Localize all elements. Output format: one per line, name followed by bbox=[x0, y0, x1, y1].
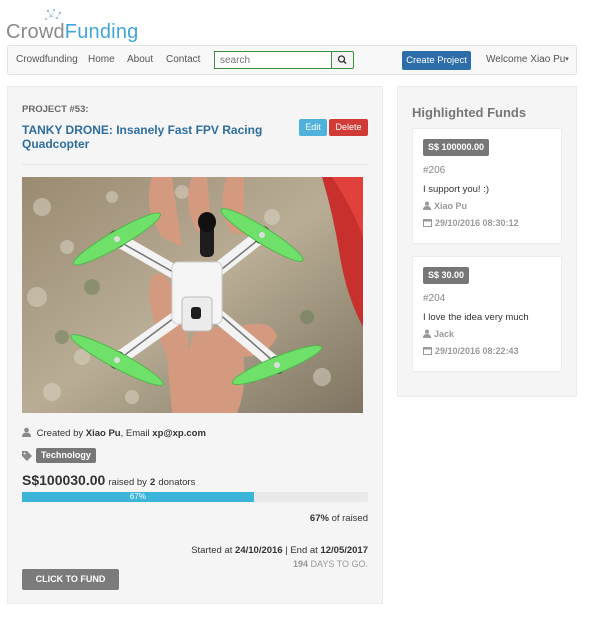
user-icon bbox=[423, 201, 431, 210]
project-number: PROJECT #53: bbox=[22, 104, 89, 115]
logo[interactable]: CrowdFunding bbox=[6, 8, 146, 44]
delete-button[interactable]: Delete bbox=[329, 119, 368, 136]
caret-down-icon: ▾ bbox=[565, 56, 569, 63]
project-image-drone bbox=[22, 177, 363, 413]
fund-amount-badge: S$ 30.00 bbox=[423, 267, 470, 284]
project-dates: Started at 24/10/2016 | End at 12/05/201… bbox=[22, 545, 368, 556]
fund-card: S$ 100000.00 #206 I support you! :) Xiao… bbox=[412, 128, 562, 244]
start-date: 24/10/2016 bbox=[235, 545, 283, 556]
calendar-icon bbox=[423, 219, 432, 227]
highlighted-funds-title: Highlighted Funds bbox=[412, 105, 527, 120]
percent-raised: 67% of raised bbox=[22, 513, 368, 524]
navbar: Crowdfunding Home About Contact Create P… bbox=[7, 45, 577, 75]
fund-message: I love the idea very much bbox=[423, 312, 529, 323]
click-to-fund-button[interactable]: CLICK TO FUND bbox=[22, 569, 119, 590]
progress-fill: 67% bbox=[22, 492, 254, 502]
logo-text-crowd: Crowd bbox=[6, 21, 65, 43]
fund-user: Jack bbox=[423, 329, 454, 339]
fund-amount-badge: S$ 100000.00 bbox=[423, 139, 490, 156]
fund-date: 29/10/2016 08:22:43 bbox=[423, 346, 519, 356]
create-project-button[interactable]: Create Project bbox=[402, 51, 471, 70]
fund-id: #206 bbox=[423, 165, 446, 176]
project-panel: PROJECT #53: TANKY DRONE: Insanely Fast … bbox=[7, 86, 383, 604]
fund-id: #204 bbox=[423, 293, 446, 304]
category-tag[interactable]: Technology bbox=[36, 448, 96, 463]
nav-brand-link[interactable]: Crowdfunding bbox=[16, 54, 78, 65]
user-icon bbox=[22, 427, 31, 437]
fund-user: Xiao Pu bbox=[423, 201, 467, 211]
logo-text-funding: Funding bbox=[64, 21, 139, 43]
welcome-text: Welcome Xiao Pu bbox=[486, 54, 566, 65]
donators-count: 2 bbox=[150, 477, 156, 488]
raised-amount: S$100030.00 bbox=[22, 472, 106, 488]
end-date: 12/05/2017 bbox=[320, 545, 368, 556]
nav-about-link[interactable]: About bbox=[127, 54, 153, 65]
days-remaining: 194 DAYS TO GO. bbox=[22, 559, 368, 569]
user-icon bbox=[423, 329, 431, 338]
calendar-icon bbox=[423, 347, 432, 355]
fund-message: I support you! :) bbox=[423, 184, 490, 195]
tag-icon bbox=[22, 451, 32, 461]
search-button[interactable] bbox=[331, 51, 354, 69]
search-icon bbox=[337, 55, 347, 64]
fund-date-text: 29/10/2016 08:22:43 bbox=[435, 346, 519, 356]
raised-summary: S$100030.00 raised by 2 donators bbox=[22, 472, 195, 488]
raised-by-label: raised by bbox=[108, 477, 147, 488]
percent-label: of raised bbox=[331, 513, 368, 524]
fund-date: 29/10/2016 08:30:12 bbox=[423, 218, 519, 228]
creator-name: Xiao Pu bbox=[85, 428, 121, 439]
divider bbox=[22, 164, 368, 165]
started-label: Started at bbox=[191, 545, 233, 556]
donators-label: donators bbox=[158, 477, 196, 488]
project-title: TANKY DRONE: Insanely Fast FPV Racing Qu… bbox=[22, 123, 263, 151]
search-input[interactable] bbox=[214, 51, 332, 69]
nav-home-link[interactable]: Home bbox=[88, 54, 115, 65]
nav-contact-link[interactable]: Contact bbox=[166, 54, 200, 65]
days-left-count: 194 bbox=[292, 559, 308, 569]
creator-info: Created by Xiao Pu, Email xp@xp.com bbox=[22, 427, 206, 439]
fund-card: S$ 30.00 #204 I love the idea very much … bbox=[412, 256, 562, 372]
created-by-label: Created by bbox=[36, 428, 84, 439]
fund-user-name: Xiao Pu bbox=[434, 201, 468, 211]
highlighted-funds-panel: Highlighted Funds S$ 100000.00 #206 I su… bbox=[397, 86, 577, 397]
days-left-label: DAYS TO GO. bbox=[310, 559, 368, 569]
edit-button[interactable]: Edit bbox=[299, 119, 327, 136]
user-menu-dropdown[interactable]: Welcome Xiao Pu▾ bbox=[486, 54, 569, 65]
email-label: , Email bbox=[120, 428, 150, 439]
creator-email: xp@xp.com bbox=[152, 428, 206, 439]
percent-value: 67% bbox=[309, 513, 329, 524]
fund-user-name: Jack bbox=[434, 329, 455, 339]
funding-progress-bar: 67% bbox=[22, 492, 368, 502]
end-label: | End at bbox=[285, 545, 318, 556]
fund-date-text: 29/10/2016 08:30:12 bbox=[435, 218, 519, 228]
